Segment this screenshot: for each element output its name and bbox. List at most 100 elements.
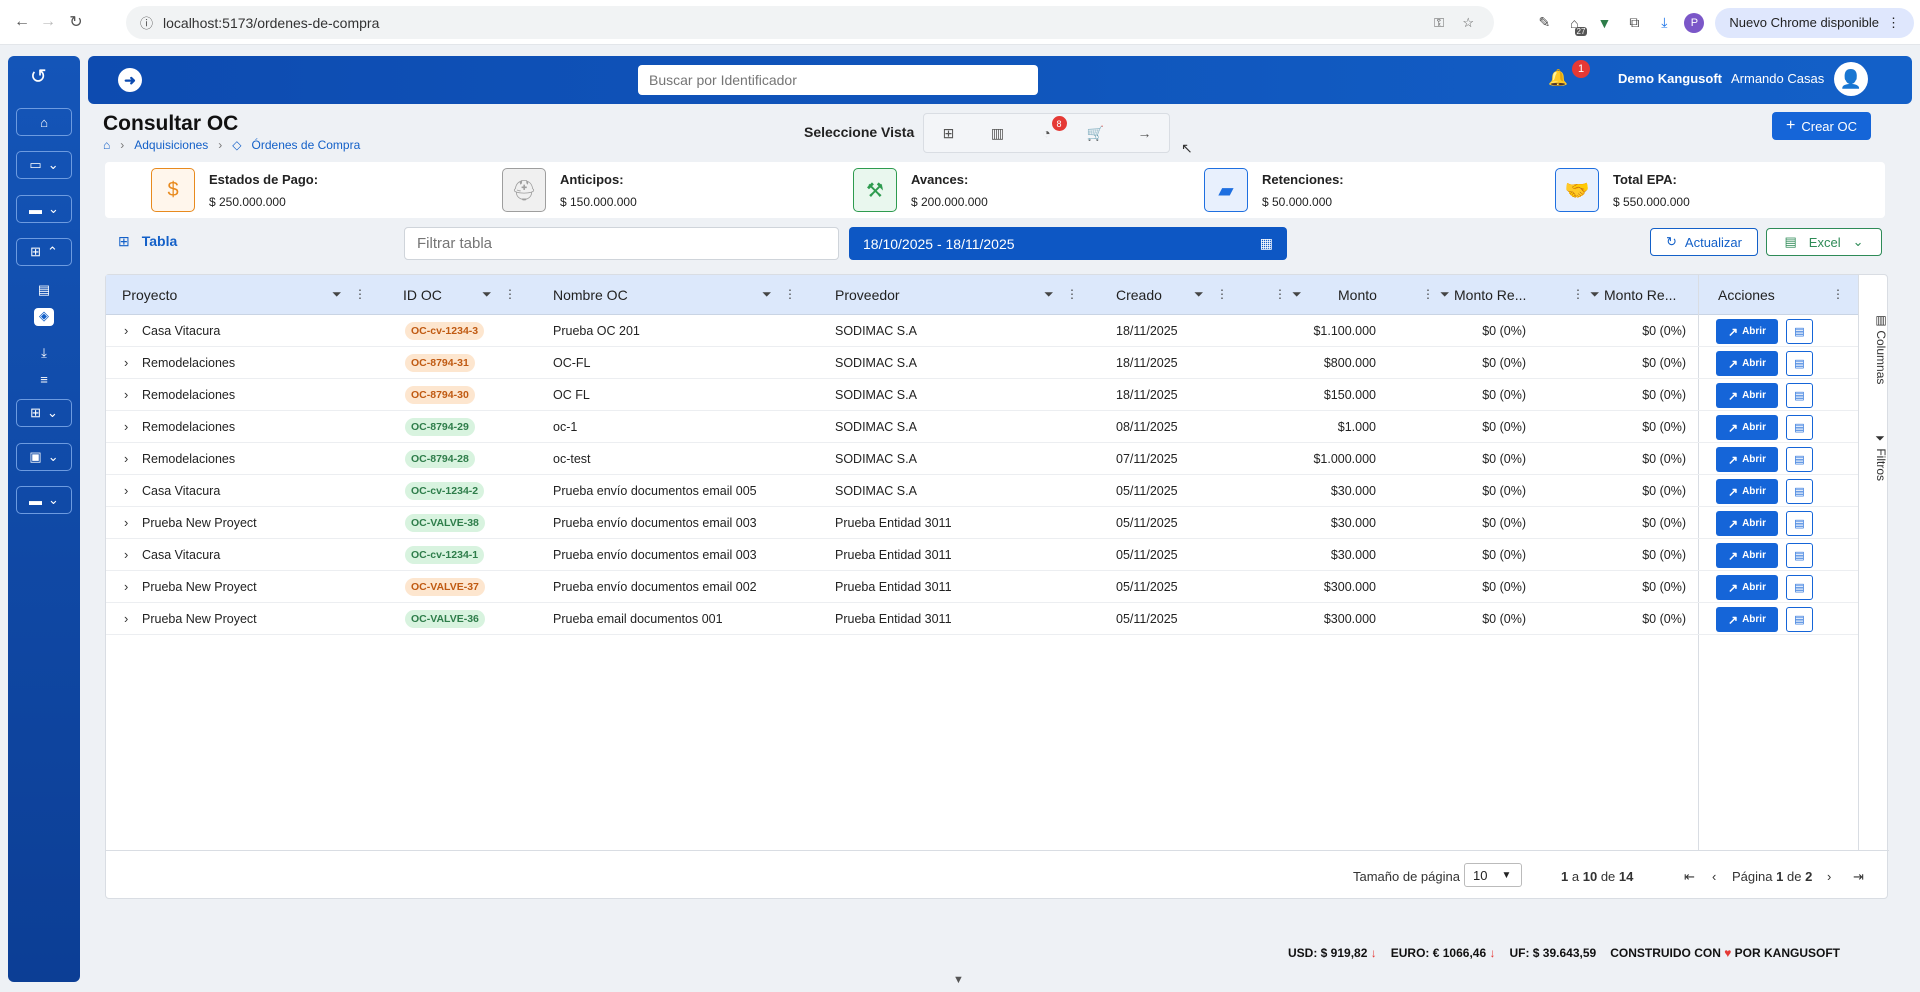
- filter-icon[interactable]: ⏷: [1590, 287, 1600, 302]
- site-info-icon[interactable]: ⓘ: [140, 13, 153, 32]
- table-row[interactable]: › Remodelaciones OC-8794-29 oc-1 SODIMAC S.A…: [106, 411, 1858, 443]
- open-button[interactable]: ↗ Abrir: [1716, 319, 1778, 344]
- expand-row-icon[interactable]: ›: [124, 419, 128, 434]
- column-menu-icon[interactable]: ⋮: [1216, 287, 1228, 301]
- pdf-button[interactable]: ▤: [1786, 383, 1813, 408]
- puzzle-extensions-icon[interactable]: ⧉: [1619, 8, 1649, 38]
- kangusoft-logo[interactable]: ↺: [30, 64, 47, 89]
- column-menu-icon[interactable]: ⋮: [504, 287, 516, 301]
- breadcrumb-ordenes[interactable]: Órdenes de Compra: [252, 138, 361, 152]
- expand-row-icon[interactable]: ›: [124, 355, 128, 370]
- pdf-button[interactable]: ▤: [1786, 447, 1813, 472]
- page-size-select[interactable]: 10 ▼: [1464, 863, 1522, 887]
- pdf-button[interactable]: ▤: [1786, 607, 1813, 632]
- table-row[interactable]: › Casa Vitacura OC-cv-1234-1 Prueba envío d…: [106, 539, 1858, 571]
- open-button[interactable]: ↗ Abrir: [1716, 447, 1778, 472]
- columns-panel-toggle[interactable]: ▥ Columnas: [1864, 313, 1888, 384]
- next-page-icon[interactable]: ›: [1827, 869, 1831, 884]
- search-input[interactable]: [638, 65, 1038, 95]
- expand-row-icon[interactable]: ›: [124, 323, 128, 338]
- company-name[interactable]: Demo Kangusoft: [1618, 71, 1722, 86]
- column-menu-icon[interactable]: ⋮: [1066, 287, 1078, 301]
- back-icon[interactable]: ←: [10, 10, 34, 34]
- breadcrumb-adquisiciones[interactable]: Adquisiciones: [134, 138, 208, 152]
- filter-icon[interactable]: ⏷: [1044, 287, 1054, 302]
- chevron-down-icon[interactable]: ▼: [953, 974, 964, 986]
- address-bar[interactable]: ⓘ localhost:5173/ordenes-de-compra ⚿ ☆: [126, 6, 1494, 39]
- table-row[interactable]: › Casa Vitacura OC-cv-1234-3 Prueba OC 201 S…: [106, 315, 1858, 347]
- expand-row-icon[interactable]: ›: [124, 387, 128, 402]
- expand-row-icon[interactable]: ›: [124, 611, 128, 626]
- downloads-icon[interactable]: ⤓: [1649, 8, 1679, 38]
- pdf-button[interactable]: ▤: [1786, 319, 1813, 344]
- id-oc-badge[interactable]: OC-cv-1234-3: [405, 322, 485, 340]
- pdf-button[interactable]: ▤: [1786, 351, 1813, 376]
- tab-tabla[interactable]: ⊞ Tabla: [118, 233, 177, 250]
- filters-panel-toggle[interactable]: ⏷ Filtros: [1864, 433, 1888, 481]
- pdf-button[interactable]: ▤: [1786, 543, 1813, 568]
- open-button[interactable]: ↗ Abrir: [1716, 607, 1778, 632]
- date-range-picker[interactable]: 18/10/2025 - 18/11/2025 ▦: [849, 227, 1287, 260]
- vue-extension-icon[interactable]: ▼: [1589, 8, 1619, 38]
- filter-icon[interactable]: ⏷: [762, 287, 772, 302]
- column-menu-icon[interactable]: ⋮: [1832, 287, 1844, 301]
- cart-view-icon[interactable]: 🛒: [1082, 119, 1110, 147]
- expand-row-icon[interactable]: ›: [124, 547, 128, 562]
- table-view-icon[interactable]: ⊞: [935, 119, 963, 147]
- id-oc-badge[interactable]: OC-cv-1234-2: [405, 482, 485, 500]
- id-oc-badge[interactable]: OC-cv-1234-1: [405, 546, 485, 564]
- table-row[interactable]: › Remodelaciones OC-8794-28 oc-test SODIMAC …: [106, 443, 1858, 475]
- open-button[interactable]: ↗ Abrir: [1716, 351, 1778, 376]
- pdf-button[interactable]: ▤: [1786, 415, 1813, 440]
- first-page-icon[interactable]: ⇤: [1684, 869, 1695, 885]
- user-name[interactable]: Armando Casas: [1731, 71, 1824, 86]
- expand-row-icon[interactable]: ›: [124, 579, 128, 594]
- password-key-icon[interactable]: ⚿: [1434, 15, 1444, 31]
- eyedropper-extension-icon[interactable]: ✎: [1529, 8, 1559, 38]
- col-creado[interactable]: Creado: [1116, 287, 1162, 303]
- new-chrome-button[interactable]: Nuevo Chrome disponible ⋮: [1715, 7, 1914, 38]
- col-monto[interactable]: Monto: [1338, 287, 1377, 303]
- col-monto-re-1[interactable]: Monto Re...: [1454, 287, 1526, 303]
- col-id-oc[interactable]: ID OC: [403, 287, 442, 303]
- column-menu-icon[interactable]: ⋮: [354, 287, 366, 301]
- home-crumb-icon[interactable]: ⌂: [103, 138, 110, 152]
- col-monto-re-2[interactable]: Monto Re...: [1604, 287, 1676, 303]
- open-button[interactable]: ↗ Abrir: [1716, 383, 1778, 408]
- prev-page-icon[interactable]: ‹: [1712, 869, 1716, 884]
- folder-menu-button[interactable]: ▬ ⌄: [16, 195, 72, 223]
- open-button[interactable]: ↗ Abrir: [1716, 575, 1778, 600]
- filter-icon[interactable]: ⏷: [1194, 287, 1204, 302]
- expand-row-icon[interactable]: ›: [124, 483, 128, 498]
- id-oc-badge[interactable]: OC-VALVE-37: [405, 578, 485, 596]
- table-row[interactable]: › Remodelaciones OC-8794-30 OC FL SODIMAC S.…: [106, 379, 1858, 411]
- expand-row-icon[interactable]: ›: [124, 515, 128, 530]
- id-oc-badge[interactable]: OC-8794-28: [405, 450, 475, 468]
- id-oc-badge[interactable]: OC-8794-31: [405, 354, 475, 372]
- last-page-icon[interactable]: ⇥: [1853, 869, 1864, 885]
- open-button[interactable]: ↗ Abrir: [1716, 415, 1778, 440]
- id-oc-badge[interactable]: OC-VALVE-36: [405, 610, 485, 628]
- forward-icon[interactable]: →: [36, 10, 60, 34]
- arrow-right-circle-icon[interactable]: ➜: [118, 68, 142, 92]
- sliders-icon[interactable]: ≡: [34, 372, 54, 390]
- filter-icon[interactable]: ⏷: [482, 287, 492, 302]
- monitor-menu-button[interactable]: ▭ ⌄: [16, 151, 72, 179]
- folder2-menu-button[interactable]: ▬ ⌄: [16, 486, 72, 514]
- download-icon[interactable]: ⤓: [34, 345, 54, 363]
- tag-icon[interactable]: ◈: [34, 308, 54, 326]
- money-menu-button[interactable]: ▣ ⌄: [16, 443, 72, 471]
- table-row[interactable]: › Prueba New Proyect OC-VALVE-37 Prueba env…: [106, 571, 1858, 603]
- open-button[interactable]: ↗ Abrir: [1716, 511, 1778, 536]
- filter-icon[interactable]: ⏷: [332, 287, 342, 302]
- arrow-view-icon[interactable]: →: [1131, 119, 1159, 147]
- col-proveedor[interactable]: Proveedor: [835, 287, 900, 303]
- column-menu-icon[interactable]: ⋮: [784, 287, 796, 301]
- col-nombre-oc[interactable]: Nombre OC: [553, 287, 628, 303]
- table-row[interactable]: › Remodelaciones OC-8794-31 OC-FL SODIMAC S.…: [106, 347, 1858, 379]
- id-oc-badge[interactable]: OC-8794-29: [405, 418, 475, 436]
- table-row[interactable]: › Prueba New Proyect OC-VALVE-38 Prueba env…: [106, 507, 1858, 539]
- filter-icon[interactable]: ⏷: [1292, 287, 1302, 302]
- document-icon[interactable]: ▤: [34, 282, 54, 300]
- col-proyecto[interactable]: Proyecto: [122, 287, 177, 303]
